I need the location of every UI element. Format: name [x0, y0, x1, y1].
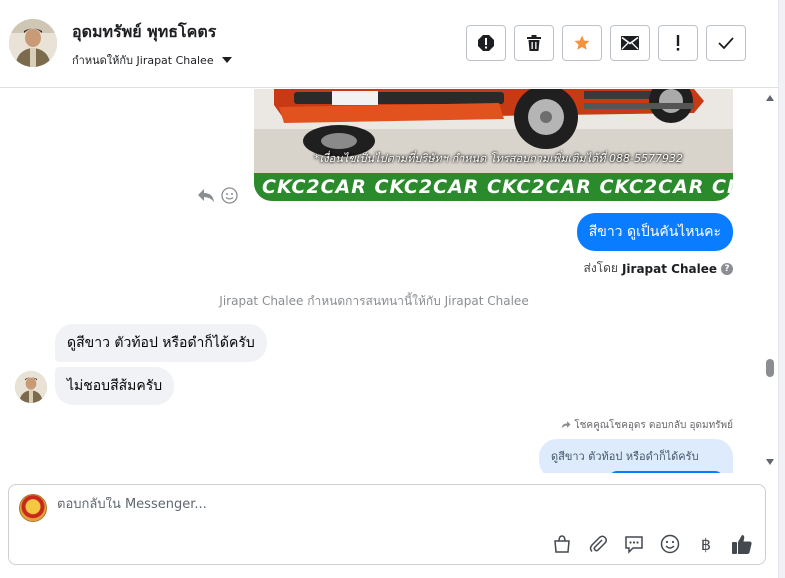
star-button[interactable]: [562, 25, 602, 61]
incoming-message[interactable]: ไม่ชอบสีส้มครับ: [55, 367, 175, 405]
composer-tools: ฿: [551, 533, 753, 555]
car-photo-attachment[interactable]: *เงื่อนไขเป็นไปตามที่บริษัทฯ กำหนด โทรสอ…: [254, 89, 733, 201]
contact-name[interactable]: อุดมทรัพย์ พุทธโคตร: [72, 20, 216, 45]
reply-arrow-icon[interactable]: [197, 187, 215, 208]
scroll-down-arrow[interactable]: [766, 459, 774, 465]
right-edge-panel: [778, 0, 785, 578]
sent-by-prefix: ส่งโดย: [583, 261, 618, 275]
emoji-icon[interactable]: [659, 533, 681, 555]
outgoing-message[interactable]: สีขาว ดูเป็นคันไหนคะ: [576, 213, 733, 251]
image-caption: *เงื่อนไขเป็นไปตามที่บริษัทฯ กำหนด โทรสอ…: [314, 152, 683, 165]
system-note: Jirapat Chalee กำหนดการสนทนานี้ให้กับ Ji…: [219, 294, 529, 308]
star-icon: [573, 34, 591, 52]
message-tools: [197, 187, 238, 208]
page-logo: [19, 494, 47, 522]
reply-note-text: โชคคูณโชคอุดร ตอบกลับ อุดมทรัพย์: [574, 420, 733, 431]
sender-avatar[interactable]: [15, 371, 47, 403]
follow-up-button[interactable]: [658, 25, 698, 61]
reply-note: โชคคูณโชคอุดร ตอบกลับ อุดมทรัพย์: [561, 418, 733, 433]
delete-button[interactable]: [514, 25, 554, 61]
report-button[interactable]: [466, 25, 506, 61]
baht-icon[interactable]: ฿: [695, 533, 717, 555]
trash-icon: [526, 34, 542, 52]
saved-reply-icon[interactable]: [623, 533, 645, 555]
sent-by-name: Jirapat Chalee: [621, 261, 717, 276]
quoted-message[interactable]: ดูสีขาว ตัวท้อป หรือดำก็ได้ครับ: [539, 439, 733, 473]
scrollbar-thumb[interactable]: [766, 359, 774, 377]
conversation-header: อุดมทรัพย์ พุทธโคตร กำหนดให้กับ Jirapat …: [0, 0, 778, 88]
reply-bubble-preview: [609, 471, 723, 473]
scroll-up-arrow[interactable]: [766, 95, 774, 101]
alert-icon: [477, 34, 495, 52]
thumbs-up-icon[interactable]: [731, 533, 753, 555]
sent-by-label: ส่งโดย Jirapat Chalee ?: [583, 259, 733, 278]
mark-done-button[interactable]: [706, 25, 746, 61]
shopping-bag-icon[interactable]: [551, 533, 573, 555]
exclamation-icon: [675, 35, 681, 51]
assignee-label: กำหนดให้กับ Jirapat Chalee: [72, 54, 214, 67]
reply-input[interactable]: [57, 497, 657, 512]
emoji-reaction-icon[interactable]: [221, 187, 238, 208]
incoming-message[interactable]: ดูสีขาว ตัวท้อป หรือดำก็ได้ครับ: [55, 324, 267, 362]
assignee-dropdown[interactable]: กำหนดให้กับ Jirapat Chalee: [72, 51, 232, 69]
check-icon: [718, 36, 734, 50]
message-composer: ฿: [8, 484, 766, 565]
quoted-text: ดูสีขาว ตัวท้อป หรือดำก็ได้ครับ: [551, 450, 699, 463]
contact-avatar[interactable]: [9, 19, 57, 67]
paperclip-icon[interactable]: [587, 533, 609, 555]
image-banner: CKC2CAR CKC2CAR CKC2CAR CKC2CAR CKC2: [254, 173, 733, 201]
help-icon[interactable]: ?: [721, 262, 733, 275]
mark-unread-button[interactable]: [610, 25, 650, 61]
reply-arrow-icon: [561, 420, 571, 432]
envelope-icon: [621, 36, 639, 50]
header-actions: [466, 25, 746, 61]
message-thread: *เงื่อนไขเป็นไปตามที่บริษัทฯ กำหนด โทรสอ…: [0, 89, 778, 473]
chevron-down-icon: [221, 57, 232, 63]
